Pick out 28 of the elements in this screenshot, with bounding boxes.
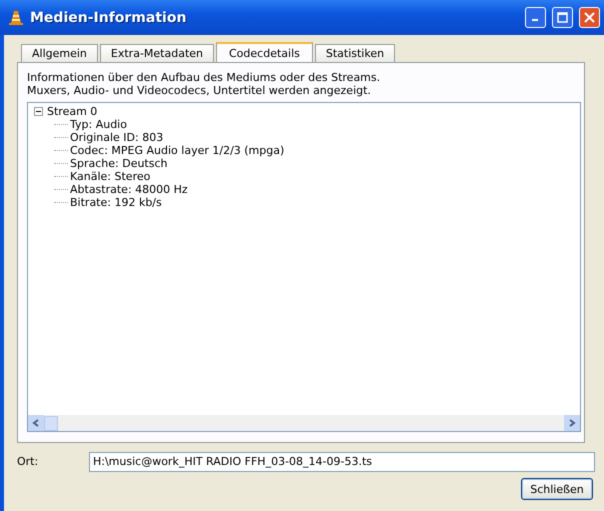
scrollbar-thumb[interactable] xyxy=(44,416,58,430)
description-text: Informationen über den Aufbau des Mediums oder des Streams. xyxy=(27,71,382,84)
collapse-icon[interactable] xyxy=(34,107,43,116)
tree-item[interactable]: Sprache: Deutsch xyxy=(70,157,168,170)
tree-item[interactable]: Originale ID: 803 xyxy=(70,131,164,144)
tree-item[interactable]: Stream 0 xyxy=(47,105,98,118)
tree-item[interactable]: Typ: Audio xyxy=(70,118,127,131)
description-text: Muxers, Audio- und Videocodecs, Untertitel werden angezeigt. xyxy=(27,84,372,97)
close-icon xyxy=(584,12,595,23)
traffic-cone-icon xyxy=(8,10,24,26)
scroll-left-icon[interactable] xyxy=(28,415,44,431)
tab[interactable]: Allgemein xyxy=(21,44,98,62)
tree-item[interactable]: Bitrate: 192 kb/s xyxy=(70,196,162,209)
location-label: Ort: xyxy=(17,455,40,468)
close-dialog-button[interactable]: Schließen xyxy=(521,478,593,500)
tab[interactable]: Statistiken xyxy=(314,44,396,62)
maximize-icon xyxy=(557,12,568,23)
scroll-right-icon[interactable] xyxy=(564,415,580,431)
location-field[interactable]: H:\music@work_HIT RADIO FFH_03-08_14-09-53.ts xyxy=(89,452,595,472)
window-title: Medien-Information xyxy=(30,10,188,26)
tree-item[interactable]: Kanäle: Stereo xyxy=(70,170,150,183)
tree-item[interactable]: Abtastrate: 48000 Hz xyxy=(70,183,188,196)
tab[interactable]: Extra-Metadaten xyxy=(100,44,214,62)
minimize-button[interactable] xyxy=(525,7,546,28)
tab[interactable]: Codecdetails xyxy=(216,42,313,62)
close-button[interactable] xyxy=(579,7,600,28)
maximize-button[interactable] xyxy=(552,7,573,28)
tree-item[interactable]: Codec: MPEG Audio layer 1/2/3 (mpga) xyxy=(70,144,284,157)
